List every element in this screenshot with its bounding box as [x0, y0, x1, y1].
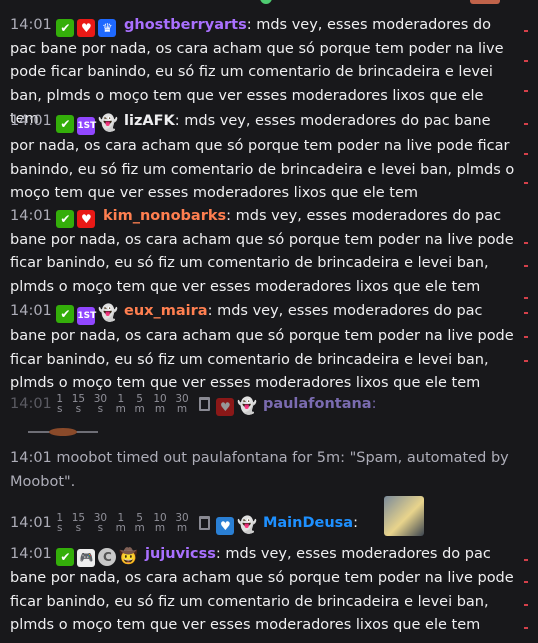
username[interactable]: paulafontana — [263, 396, 372, 412]
mod-indicator — [524, 604, 528, 606]
timeout-5m-button[interactable]: 5m — [135, 512, 145, 534]
timeout-10m-button[interactable]: 10 m — [153, 393, 166, 415]
separator: : — [226, 208, 236, 224]
username[interactable]: kim_nonobarks — [103, 208, 226, 224]
trash-icon[interactable] — [199, 516, 211, 530]
mod-indicator — [524, 312, 528, 314]
moderator-badge-icon: ✔ — [56, 19, 75, 37]
mod-indicator — [524, 265, 528, 267]
mod-indicator — [524, 336, 528, 338]
moderator-badge-icon: ✔ — [56, 115, 75, 133]
ghost-badge-icon: 👻 — [237, 396, 258, 415]
chat-message: 14:01 ✔ 🎮 C 🤠 jujuvicss: mds vey, esses mod… — [10, 543, 515, 638]
moderation-row: 14:01 1s 15 s 30 s 1m 5m 10 m 30 m ♥ 👻 MainDe… — [10, 512, 358, 535]
mod-indicator — [524, 123, 528, 125]
mod-indicator — [524, 182, 528, 184]
separator: : — [215, 546, 226, 562]
separator: : — [371, 396, 377, 412]
chat-message: 14:01 ✔ ♥ kim_nonobarks: mds vey, esses m… — [10, 205, 515, 299]
moderation-row: 14:01 1s 15 s 30 s 1m 5m 10 m 30 m ♥ 👻 paulaf… — [10, 393, 377, 416]
timestamp: 14:01 — [10, 396, 52, 412]
chat-message: 14:01 ✔ 1ST 👻 lizAFK: mds vey, esses moder… — [10, 110, 515, 206]
timeout-text: moobot timed out paulafontana for 5m: "S… — [10, 450, 509, 490]
moderator-badge-icon: ✔ — [56, 305, 75, 323]
mod-indicator — [524, 627, 528, 629]
subscriber-badge-icon: ♥ — [216, 398, 235, 416]
emote-image — [384, 496, 424, 536]
timeout-30s-button[interactable]: 30 s — [94, 512, 107, 534]
subscriber-badge-icon: ♥ — [216, 517, 235, 535]
mod-indicator — [524, 90, 528, 92]
timestamp: 14:01 — [10, 113, 52, 129]
scrolled-off-row — [470, 0, 500, 4]
timeout-15s-button[interactable]: 15 s — [72, 393, 85, 415]
username[interactable]: MainDeusa — [263, 515, 353, 531]
trash-icon[interactable] — [199, 397, 211, 411]
timeout-30s-button[interactable]: 30 s — [94, 393, 107, 415]
timestamp: 14:01 — [10, 450, 52, 466]
first-badge-icon: 1ST — [77, 307, 96, 325]
controller-badge-icon: 🎮 — [77, 549, 96, 567]
username[interactable]: lizAFK — [124, 113, 175, 129]
moderator-badge-icon: ✔ — [56, 548, 75, 566]
timeout-10m-button[interactable]: 10 m — [153, 512, 166, 534]
separator: : — [174, 113, 185, 129]
system-message: 14:01 moobot timed out paulafontana for … — [10, 447, 515, 494]
mod-indicator — [524, 153, 528, 155]
separator: : — [246, 17, 257, 33]
mod-indicator — [524, 297, 528, 299]
timeout-30m-button[interactable]: 30 m — [175, 512, 188, 534]
ghost-badge-icon: 👻 — [98, 303, 119, 322]
timestamp: 14:01 — [10, 303, 52, 319]
username[interactable]: eux_maira — [124, 303, 208, 319]
timestamp: 14:01 — [10, 17, 52, 33]
timestamp: 14:01 — [10, 515, 52, 531]
first-badge-icon: 1ST — [77, 117, 96, 135]
subscriber-badge-icon: ♥ — [77, 210, 96, 228]
deleted-emote-icon — [28, 428, 98, 436]
crown-badge-icon: ♛ — [98, 19, 117, 37]
scrolled-off-row — [260, 0, 272, 4]
mod-indicator — [524, 30, 528, 32]
mod-indicator — [524, 60, 528, 62]
ghost-badge-icon: 👻 — [98, 113, 119, 132]
ghost-badge-icon: 👻 — [237, 515, 258, 534]
timestamp: 14:01 — [10, 546, 52, 562]
timeout-1m-button[interactable]: 1m — [116, 512, 126, 534]
chat-message: 14:01 ✔ 1ST 👻 eux_maira: mds vey, esses mo… — [10, 300, 515, 396]
mod-indicator — [524, 559, 528, 561]
timeout-15s-button[interactable]: 15 s — [72, 512, 85, 534]
timeout-1s-button[interactable]: 1s — [56, 512, 63, 534]
timeout-1s-button[interactable]: 1s — [56, 393, 63, 415]
timeout-5m-button[interactable]: 5m — [135, 393, 145, 415]
username[interactable]: jujuvicss — [145, 546, 216, 562]
timeout-30m-button[interactable]: 30 m — [175, 393, 188, 415]
moderator-badge-icon: ✔ — [56, 210, 75, 228]
hat-badge-icon: 🤠 — [119, 547, 139, 565]
timestamp: 14:01 — [10, 208, 52, 224]
separator: : — [207, 303, 218, 319]
separator: : — [353, 515, 358, 531]
mod-indicator — [524, 360, 528, 362]
username[interactable]: ghostberryarts — [124, 17, 247, 33]
c-badge-icon: C — [98, 548, 117, 566]
chat-log: 14:01 ✔ ♥ ♛ ghostberryarts: mds vey, esses… — [0, 0, 538, 643]
mod-indicator — [524, 242, 528, 244]
timeout-1m-button[interactable]: 1m — [116, 393, 126, 415]
subscriber-badge-icon: ♥ — [77, 19, 96, 37]
mod-indicator — [524, 581, 528, 583]
